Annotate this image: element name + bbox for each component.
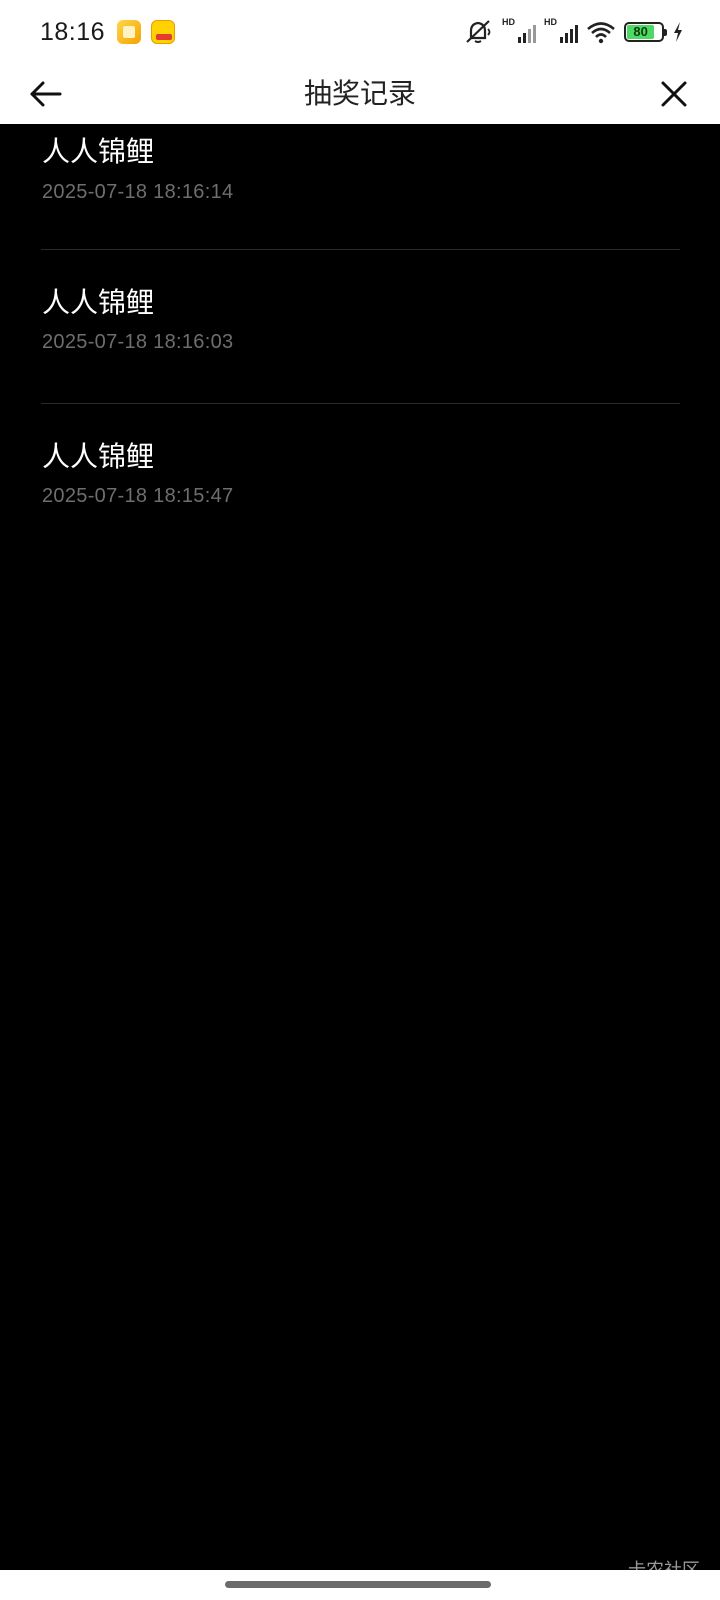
note-app-icon xyxy=(117,20,142,44)
record-time: 2025-07-18 18:16:14 xyxy=(42,181,234,203)
battery-icon: 80 xyxy=(624,22,667,42)
record-list: 人人锦鲤 2025-07-18 18:16:14 人人锦鲤 2025-07-18… xyxy=(0,124,720,558)
status-icons: HD HD 80 xyxy=(464,16,684,48)
navigation-bar xyxy=(0,1570,720,1600)
close-icon xyxy=(661,81,687,107)
app-header: 抽奖记录 xyxy=(0,64,720,124)
record-time: 2025-07-18 18:16:03 xyxy=(42,331,234,353)
mute-icon xyxy=(466,20,491,43)
hd-signal-icon: HD xyxy=(544,17,578,45)
screen: 18:16 HD HD 80 抽奖记录 人人锦鲤 2025-07-18 18:1… xyxy=(0,0,720,1600)
record-time: 2025-07-18 18:15:47 xyxy=(42,485,234,507)
record-name: 人人锦鲤 xyxy=(42,287,155,318)
status-bar: 18:16 HD HD 80 xyxy=(0,0,720,64)
home-gesture-handle[interactable] xyxy=(225,1581,491,1588)
wifi-icon xyxy=(587,22,615,44)
record-item[interactable]: 人人锦鲤 2025-07-18 18:16:14 xyxy=(0,124,720,250)
charging-icon xyxy=(674,22,682,42)
record-item[interactable]: 人人锦鲤 2025-07-18 18:16:03 xyxy=(0,250,720,404)
status-time: 18:16 xyxy=(40,17,106,46)
record-name: 人人锦鲤 xyxy=(42,441,155,472)
close-button[interactable] xyxy=(656,76,692,112)
record-name: 人人锦鲤 xyxy=(42,136,155,167)
battery-level: 80 xyxy=(627,25,655,39)
page-title: 抽奖记录 xyxy=(303,78,416,109)
hd-signal-icon: HD xyxy=(502,17,536,45)
game-app-icon xyxy=(151,20,176,44)
record-item[interactable]: 人人锦鲤 2025-07-18 18:15:47 xyxy=(0,404,720,558)
